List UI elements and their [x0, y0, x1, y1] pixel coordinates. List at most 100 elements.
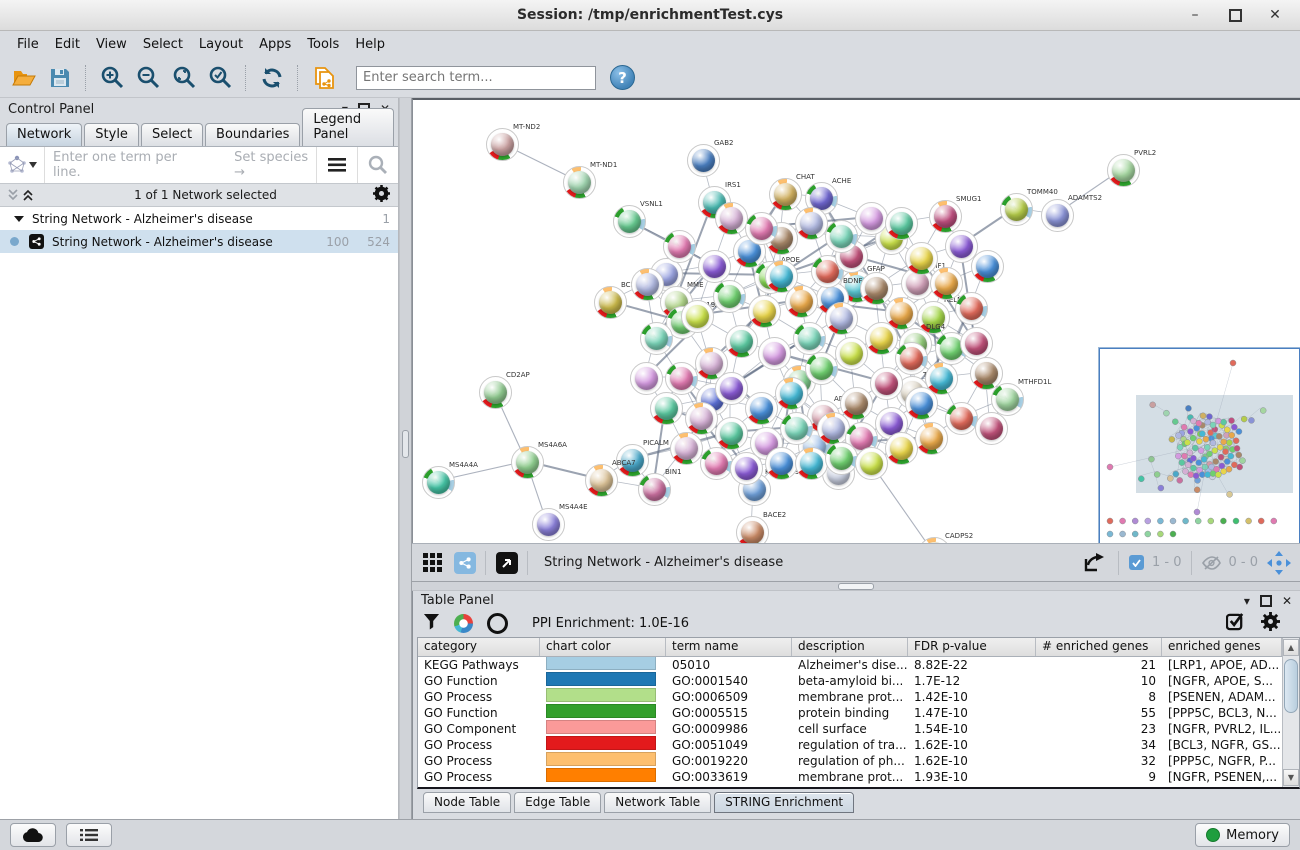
menu-edit[interactable]: Edit: [48, 34, 87, 55]
memory-button[interactable]: Memory: [1195, 823, 1290, 847]
network-node[interactable]: [758, 337, 791, 370]
network-node[interactable]: [835, 337, 868, 370]
network-node-gab2[interactable]: GAB2: [687, 144, 720, 177]
network-node-bace2[interactable]: BACE2: [736, 516, 769, 543]
export-network-button[interactable]: [1079, 549, 1109, 577]
network-node[interactable]: [765, 447, 798, 480]
network-node[interactable]: [795, 207, 828, 240]
tab-legend-panel[interactable]: Legend Panel: [302, 108, 394, 146]
splitter-grip[interactable]: [402, 430, 409, 458]
refresh-button[interactable]: [256, 63, 288, 93]
string-view-button[interactable]: [454, 552, 476, 574]
string-logo[interactable]: [0, 147, 45, 183]
network-node-mt-nd2[interactable]: MT-ND2: [486, 128, 519, 161]
chart-settings-button[interactable]: [454, 614, 473, 633]
grid-view-button[interactable]: [418, 549, 448, 577]
network-node[interactable]: [825, 442, 858, 475]
zoom-fit-button[interactable]: [168, 63, 200, 93]
menu-tools[interactable]: Tools: [300, 34, 346, 55]
network-node-mthfd1l[interactable]: MTHFD1L: [991, 383, 1024, 416]
network-node-bcl3[interactable]: BCL3: [594, 286, 627, 319]
network-node[interactable]: [870, 367, 903, 400]
column-header-category[interactable]: category: [418, 638, 540, 656]
network-node[interactable]: [663, 230, 696, 263]
network-node[interactable]: [805, 352, 838, 385]
network-node[interactable]: [681, 300, 714, 333]
filter-button[interactable]: [423, 613, 440, 634]
horizontal-splitter[interactable]: [412, 581, 1300, 591]
network-node[interactable]: [685, 402, 718, 435]
tab-network[interactable]: Network: [6, 123, 82, 146]
column-header-fdr-p-value[interactable]: FDR p-value: [908, 638, 1036, 656]
network-node[interactable]: [670, 432, 703, 465]
column-header-description[interactable]: description: [792, 638, 908, 656]
string-search-button[interactable]: [358, 147, 398, 183]
network-node[interactable]: [895, 342, 928, 375]
birds-eye-view[interactable]: [1099, 348, 1300, 543]
network-node[interactable]: [698, 250, 731, 283]
network-node[interactable]: [725, 325, 758, 358]
network-node-chat[interactable]: CHAT: [769, 178, 802, 211]
remove-chart-button[interactable]: [487, 613, 508, 634]
table-row[interactable]: GO FunctionGO:0001540beta-amyloid bi...1…: [418, 673, 1282, 689]
network-node-cd2ap[interactable]: CD2AP: [479, 376, 512, 409]
save-session-button[interactable]: [44, 63, 76, 93]
tab-string-enrichment[interactable]: STRING Enrichment: [714, 792, 854, 813]
tab-network-table[interactable]: Network Table: [604, 792, 711, 813]
close-panel-icon[interactable]: ✕: [1282, 594, 1292, 608]
panel-menu-icon[interactable]: ▾: [1244, 594, 1250, 608]
zoom-in-button[interactable]: [96, 63, 128, 93]
open-in-browser-button[interactable]: [496, 552, 518, 574]
maximize-icon[interactable]: [1222, 5, 1248, 25]
network-node[interactable]: [785, 285, 818, 318]
menu-select[interactable]: Select: [136, 34, 190, 55]
network-node[interactable]: [775, 377, 808, 410]
network-node-bin1[interactable]: BIN1: [638, 473, 671, 506]
network-node[interactable]: [925, 362, 958, 395]
network-node[interactable]: [748, 295, 781, 328]
network-node[interactable]: [745, 392, 778, 425]
vertical-splitter[interactable]: [399, 98, 412, 819]
network-node[interactable]: [715, 202, 748, 235]
zoom-out-button[interactable]: [132, 63, 164, 93]
menu-help[interactable]: Help: [348, 34, 392, 55]
network-options-gear-icon[interactable]: [373, 185, 390, 206]
string-options-button[interactable]: [317, 147, 357, 183]
string-query-input[interactable]: Enter one term per line. Set species →: [45, 150, 316, 180]
network-node[interactable]: [930, 267, 963, 300]
scroll-up-icon[interactable]: ▲: [1283, 639, 1299, 656]
network-node[interactable]: [860, 272, 893, 305]
table-row[interactable]: KEGG Pathways05010Alzheimer's dise...8.8…: [418, 657, 1282, 673]
task-history-button[interactable]: [66, 823, 112, 847]
network-canvas[interactable]: MT-ND2MT-ND1VSNL1GAB2IRS1CHATACHEADAMTS2…: [412, 98, 1300, 543]
network-row[interactable]: String Network - Alzheimer's disease 100…: [0, 230, 398, 253]
collapse-all-icon[interactable]: [8, 189, 19, 201]
network-node-ms4a4a[interactable]: MS4A4A: [422, 466, 455, 499]
table-row[interactable]: GO ProcessGO:0033619membrane prot...1.93…: [418, 769, 1282, 785]
network-node[interactable]: [855, 202, 888, 235]
network-node[interactable]: [650, 392, 683, 425]
network-node[interactable]: [640, 322, 673, 355]
network-node[interactable]: [885, 207, 918, 240]
scrollbar-thumb[interactable]: [1284, 659, 1298, 713]
network-node[interactable]: [975, 412, 1008, 445]
network-node[interactable]: [793, 322, 826, 355]
network-node[interactable]: [825, 302, 858, 335]
network-node-adamts2[interactable]: ADAMTS2: [1041, 199, 1074, 232]
network-node[interactable]: [855, 447, 888, 480]
column-header--enriched-genes[interactable]: # enriched genes: [1036, 638, 1162, 656]
network-node[interactable]: [631, 268, 664, 301]
column-header-term-name[interactable]: term name: [666, 638, 792, 656]
network-node[interactable]: [715, 372, 748, 405]
network-node[interactable]: [970, 357, 1003, 390]
table-row[interactable]: GO ProcessGO:0051049regulation of tra...…: [418, 737, 1282, 753]
network-node-tomm40[interactable]: TOMM40: [1000, 193, 1033, 226]
minimize-icon[interactable]: –: [1182, 5, 1208, 25]
tab-style[interactable]: Style: [84, 123, 139, 146]
network-node[interactable]: [960, 327, 993, 360]
network-node[interactable]: [665, 362, 698, 395]
toggle-birds-eye-button[interactable]: [1264, 549, 1294, 577]
network-node-smug1[interactable]: SMUG1: [929, 200, 962, 233]
network-node[interactable]: [795, 447, 828, 480]
network-node[interactable]: [955, 292, 988, 325]
